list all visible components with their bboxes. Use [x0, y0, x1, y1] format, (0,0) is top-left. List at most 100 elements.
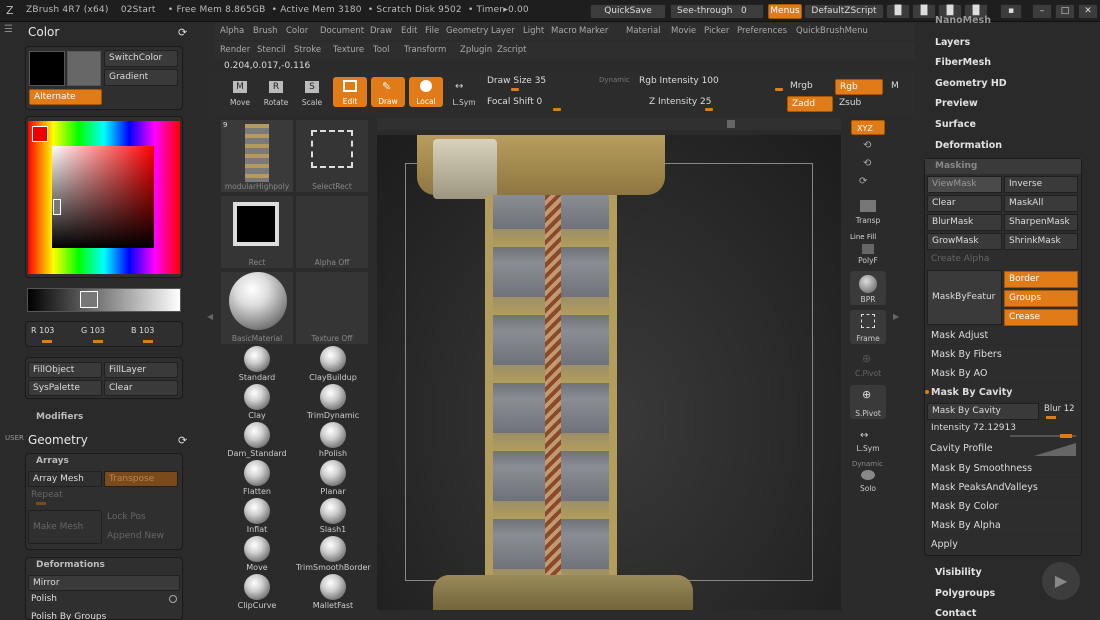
- menu-item-tool[interactable]: Tool: [373, 45, 390, 55]
- cavity-profile-row[interactable]: Cavity Profile: [926, 440, 1080, 458]
- menu-item-stroke[interactable]: Stroke: [294, 45, 321, 55]
- mask-by-ao-item[interactable]: Mask By AO: [926, 365, 1080, 383]
- inverse-button[interactable]: Inverse: [1004, 176, 1078, 193]
- local-button[interactable]: Local: [409, 77, 443, 107]
- deformation-menu[interactable]: Deformation: [935, 140, 1002, 151]
- rotate-view-icon-3[interactable]: ⟳: [859, 176, 867, 187]
- brush-clay[interactable]: Clay: [220, 384, 294, 422]
- m-button[interactable]: M: [891, 81, 899, 91]
- main-color-swatch[interactable]: [29, 51, 65, 86]
- menu-item-edit[interactable]: Edit: [401, 26, 417, 36]
- polish-by-groups-label[interactable]: Polish By Groups: [31, 612, 106, 620]
- alpha-thumb[interactable]: Alpha Off: [296, 196, 368, 268]
- viewport[interactable]: [377, 135, 841, 610]
- texture-thumb[interactable]: Texture Off: [296, 272, 368, 344]
- brush-clipcurve[interactable]: ClipCurve: [220, 574, 294, 612]
- menu-item-zscript[interactable]: Zscript: [497, 45, 527, 55]
- spivot-button[interactable]: ⊕ S.Pivot: [850, 385, 886, 419]
- menu-item-layer[interactable]: Layer: [491, 26, 515, 36]
- lsym-button[interactable]: ↔ L.Sym: [447, 78, 481, 108]
- brush-malletfast[interactable]: MalletFast: [296, 574, 370, 612]
- maximize-icon[interactable]: □: [1055, 4, 1075, 19]
- transpose-button[interactable]: Transpose: [104, 471, 178, 487]
- mrgb-button[interactable]: Mrgb: [790, 81, 813, 91]
- repeat-label[interactable]: Repeat: [31, 490, 63, 500]
- make-mesh-button[interactable]: Make Mesh: [28, 510, 102, 544]
- b-value[interactable]: B 103: [131, 326, 154, 335]
- visibility-menu[interactable]: Visibility: [935, 567, 982, 578]
- move-button[interactable]: M Move: [223, 78, 257, 108]
- menu-item-marker[interactable]: Marker: [579, 26, 608, 36]
- edit-button[interactable]: Edit: [333, 77, 367, 107]
- menu-item-alpha[interactable]: Alpha: [220, 26, 244, 36]
- menu-item-stencil[interactable]: Stencil: [257, 45, 286, 55]
- menus-button[interactable]: Menus: [768, 4, 802, 19]
- quicksave-button[interactable]: QuickSave: [590, 4, 666, 19]
- modifiers-label[interactable]: Modifiers: [36, 412, 83, 422]
- layers-menu[interactable]: Layers: [935, 37, 970, 48]
- rgb-intensity-knob[interactable]: [775, 88, 783, 91]
- brush-inflat[interactable]: Inflat: [220, 498, 294, 536]
- grow-mask-button[interactable]: GrowMask: [927, 233, 1002, 250]
- mask-by-color-item[interactable]: Mask By Color: [926, 498, 1080, 516]
- brush-planar[interactable]: Planar: [296, 460, 370, 498]
- brush-standard[interactable]: Standard: [220, 346, 294, 384]
- menu-item-document[interactable]: Document: [320, 26, 364, 36]
- polish-label[interactable]: Polish: [31, 594, 57, 604]
- brush-slash1[interactable]: Slash1: [296, 498, 370, 536]
- left-collapse-handle[interactable]: ◀: [207, 312, 213, 326]
- rgb-button[interactable]: Rgb: [835, 79, 883, 95]
- gray-gradient-bar[interactable]: [27, 288, 181, 312]
- blur-mask-button[interactable]: BlurMask: [927, 214, 1002, 231]
- menu-item-brush[interactable]: Brush: [253, 26, 278, 36]
- menu-item-material[interactable]: Material: [626, 26, 661, 36]
- rotate-button[interactable]: R Rotate: [259, 78, 293, 108]
- focal-shift-knob[interactable]: [553, 108, 561, 111]
- rotate-view-icon-2[interactable]: ⟲: [863, 158, 871, 169]
- layout-icon-1[interactable]: ▐▌: [886, 4, 910, 19]
- mask-by-fibers-item[interactable]: Mask By Fibers: [926, 346, 1080, 364]
- clear-color-button[interactable]: Clear: [104, 380, 178, 396]
- minimize-icon[interactable]: –: [1032, 4, 1052, 19]
- default-zscript-button[interactable]: DefaultZScript: [804, 4, 884, 19]
- menu-item-quickbrushmenu[interactable]: QuickBrushMenu: [796, 26, 868, 36]
- menu-item-render[interactable]: Render: [220, 45, 250, 55]
- brush-dam-standard[interactable]: Dam_Standard: [220, 422, 294, 460]
- sys-palette-button[interactable]: SysPalette: [28, 380, 102, 396]
- bpr-button[interactable]: BPR: [850, 271, 886, 305]
- mask-by-smoothness-item[interactable]: Mask By Smoothness: [926, 460, 1080, 478]
- rgb-intensity-slider[interactable]: [635, 74, 785, 92]
- preview-menu[interactable]: Preview: [935, 98, 978, 109]
- clear-mask-button[interactable]: Clear: [927, 195, 1002, 212]
- mask-by-feature-button[interactable]: MaskByFeatur: [927, 270, 1002, 325]
- close-icon[interactable]: ✕: [1078, 4, 1098, 19]
- geometry-hd-menu[interactable]: Geometry HD: [935, 78, 1007, 89]
- view-mask-button[interactable]: ViewMask: [927, 176, 1002, 193]
- xyz-button[interactable]: XYZ: [851, 120, 885, 135]
- mask-by-cavity-button[interactable]: Mask By Cavity: [927, 403, 1039, 420]
- fiber-mesh-menu[interactable]: FiberMesh: [935, 57, 991, 68]
- brush-move[interactable]: Move: [220, 536, 294, 574]
- alternate-button[interactable]: Alternate: [29, 89, 102, 105]
- array-mesh-button[interactable]: Array Mesh: [28, 471, 102, 487]
- tool-thumb-selectrect[interactable]: SelectRect: [296, 120, 368, 192]
- shrink-mask-button[interactable]: ShrinkMask: [1004, 233, 1078, 250]
- material-thumb[interactable]: BasicMaterial: [221, 272, 293, 344]
- solo-button[interactable]: Solo: [850, 468, 886, 494]
- gradient-button[interactable]: Gradient: [104, 69, 178, 86]
- apply-item[interactable]: Apply: [926, 536, 1080, 554]
- zsub-button[interactable]: Zsub: [839, 98, 861, 108]
- draw-size-knob[interactable]: [511, 88, 519, 91]
- gray-gradient-knob[interactable]: [80, 291, 98, 308]
- brush-hpolish[interactable]: hPolish: [296, 422, 370, 460]
- menu-item-geometry[interactable]: Geometry: [446, 26, 488, 36]
- contact-menu[interactable]: Contact: [935, 608, 976, 619]
- brush-flatten[interactable]: Flatten: [220, 460, 294, 498]
- brush-trimsmoothborder[interactable]: TrimSmoothBorder: [296, 536, 371, 574]
- intensity-value[interactable]: Intensity 72.12913: [931, 423, 1016, 433]
- geometry-refresh-icon[interactable]: ⟳: [178, 434, 187, 447]
- blur-knob[interactable]: [1046, 416, 1056, 419]
- focal-shift-slider[interactable]: [485, 94, 631, 112]
- b-knob[interactable]: [143, 340, 153, 343]
- append-new-label[interactable]: Append New: [107, 531, 164, 541]
